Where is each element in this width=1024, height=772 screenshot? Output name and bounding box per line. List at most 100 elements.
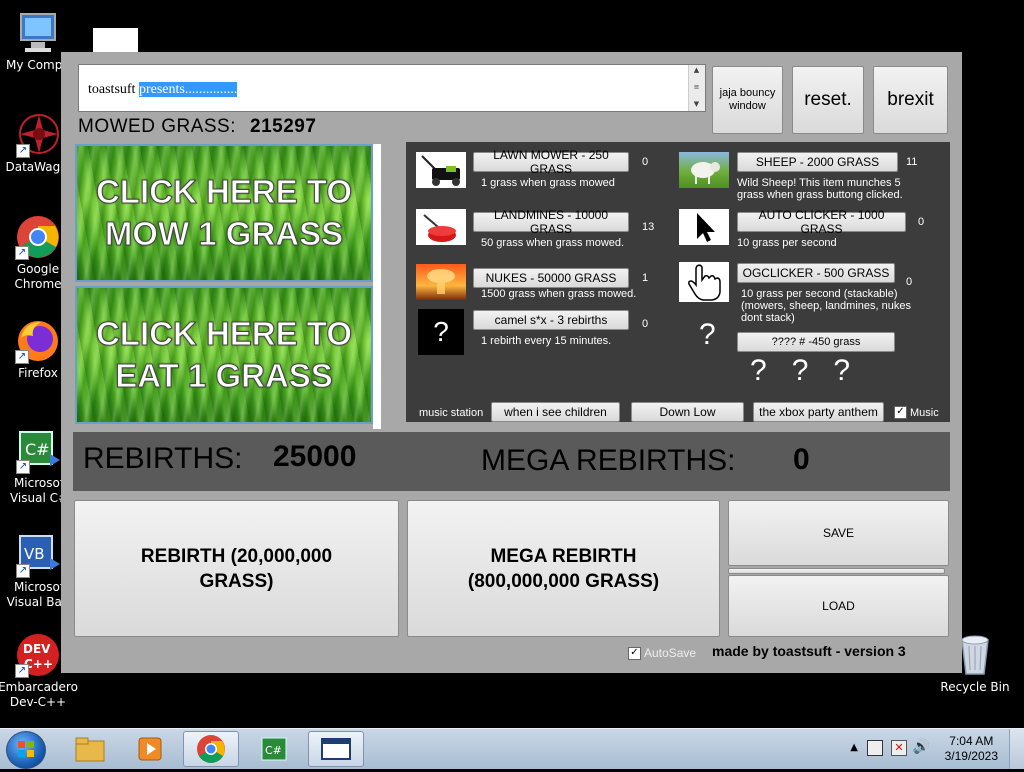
tray-volume-icon[interactable]: 🔊 xyxy=(913,739,930,755)
mystery-question-marks: ? ? ? xyxy=(750,354,851,387)
taskbar-game-window[interactable] xyxy=(308,731,364,767)
auto-clicker-count: 0 xyxy=(918,216,925,228)
visual-csharp-icon: C# ↗ xyxy=(16,428,62,474)
scroll-grip-icon[interactable]: ≡ xyxy=(691,83,702,92)
cursor-icon xyxy=(679,209,729,245)
show-desktop-button[interactable] xyxy=(1009,729,1024,769)
landmines-description: 50 grass when grass mowed. xyxy=(481,237,625,249)
eat-grass-label: CLICK HERE TO EAT 1 GRASS xyxy=(95,315,353,395)
hand-cursor-icon xyxy=(679,262,729,302)
buy-landmines-button[interactable]: LANDMINES - 10000 GRASS xyxy=(473,208,629,236)
autosave-checkbox[interactable]: ✓ xyxy=(628,646,641,660)
landmines-count: 13 xyxy=(642,221,655,233)
svg-text:DEV: DEV xyxy=(23,642,51,656)
intro-textbox[interactable]: toastsuft presents............... ▲ ≡ ▼ xyxy=(78,64,706,112)
rebirths-value: 25000 xyxy=(273,440,357,473)
lawn-mower-icon xyxy=(416,152,466,188)
autosave-toggle[interactable]: ✓ AutoSave xyxy=(628,646,696,660)
scroll-up-icon[interactable]: ▲ xyxy=(691,66,702,75)
desktop-icon-label: Embarcadero Dev-C++ xyxy=(0,680,78,709)
devcpp-icon: DEV C++ ↗ xyxy=(15,632,61,678)
nukes-description: 1500 grass when grass mowed. xyxy=(481,288,637,300)
music-station-label: music station xyxy=(419,407,484,419)
buy-lawn-mower-button[interactable]: LAWN MOWER - 250 GRASS xyxy=(473,148,629,176)
start-button[interactable] xyxy=(6,731,46,769)
music-track-3-button[interactable]: the xbox party anthem xyxy=(753,402,884,422)
buy-auto-clicker-button[interactable]: AUTO CLICKER - 1000 GRASS xyxy=(737,208,906,236)
music-checkbox-label: Music xyxy=(910,406,939,419)
mowed-grass-counter: MOWED GRASS: 215297 xyxy=(78,116,316,138)
game-window: toastsuft presents............... ▲ ≡ ▼ … xyxy=(61,52,962,673)
textbox-scrollbar[interactable]: ▲ ≡ ▼ xyxy=(688,65,705,111)
svg-text:VB: VB xyxy=(24,545,45,563)
landmine-icon xyxy=(416,209,466,245)
grass-panel-scrollbar[interactable] xyxy=(373,144,381,429)
save-button[interactable]: SAVE xyxy=(728,500,949,566)
ogclicker-description: 10 grass per second (stackable) (mowers,… xyxy=(741,288,911,324)
clock[interactable]: 7:04 AM 3/19/2023 xyxy=(945,734,998,764)
lawn-mower-description: 1 grass when grass mowed xyxy=(481,177,615,189)
auto-clicker-description: 10 grass per second xyxy=(737,237,837,249)
intro-text: toastsuft presents............... xyxy=(88,82,238,97)
computer-icon xyxy=(15,10,61,56)
desktop-icon-label: Recycle Bin xyxy=(940,680,1010,694)
taskbar-explorer[interactable] xyxy=(62,731,118,767)
eat-grass-button[interactable]: CLICK HERE TO EAT 1 GRASS xyxy=(75,286,373,424)
tray-action-center-icon[interactable]: ✕ xyxy=(891,740,907,756)
buy-mystery-button[interactable]: ???? # -450 grass xyxy=(737,332,895,352)
mow-grass-button[interactable]: CLICK HERE TO MOW 1 GRASS xyxy=(75,144,373,282)
mystery-question-mark: ? xyxy=(699,318,716,351)
music-track-1-button[interactable]: when i see children xyxy=(491,402,620,422)
clock-date: 3/19/2023 xyxy=(944,749,998,763)
scroll-down-icon[interactable]: ▼ xyxy=(691,100,702,109)
mow-grass-label: CLICK HERE TO MOW 1 GRASS xyxy=(95,173,353,253)
music-toggle[interactable]: ✓ Music xyxy=(894,406,939,419)
media-player-icon xyxy=(138,737,162,761)
svg-text:C#: C# xyxy=(265,744,282,757)
sheep-icon xyxy=(679,152,729,188)
buy-sheep-button[interactable]: SHEEP - 2000 GRASS xyxy=(737,152,898,172)
blank-white-patch xyxy=(93,28,138,52)
lawn-mower-count: 0 xyxy=(642,156,649,168)
load-button[interactable]: LOAD xyxy=(728,575,949,637)
window-icon xyxy=(321,738,351,760)
chrome-icon: ↗ xyxy=(15,214,61,260)
jaja-bouncy-window-button[interactable]: jaja bouncy window xyxy=(712,66,783,134)
mowed-grass-value: 215297 xyxy=(250,116,317,137)
ogclicker-count: 0 xyxy=(906,276,913,288)
buy-nukes-button[interactable]: NUKES - 50000 GRASS xyxy=(473,268,629,288)
sheep-count: 11 xyxy=(906,156,918,168)
folder-icon xyxy=(75,737,105,762)
visual-basic-icon: VB ↗ xyxy=(16,532,62,578)
tray-network-icon[interactable] xyxy=(867,740,883,756)
svg-text:C#: C# xyxy=(25,440,50,459)
taskbar: C# ▲ ✕ 🔊 7:04 AM 3/19/2023 xyxy=(0,728,1024,769)
firefox-icon: ↗ xyxy=(15,318,61,364)
visual-csharp-icon: C# xyxy=(261,737,287,761)
rebirths-label: REBIRTHS: xyxy=(83,442,243,475)
camel-description: 1 rebirth every 15 minutes. xyxy=(481,335,612,347)
taskbar-chrome[interactable] xyxy=(183,731,239,767)
taskbar-visual-csharp[interactable]: C# xyxy=(246,731,302,767)
selected-text: presents............... xyxy=(138,82,238,97)
mowed-grass-label: MOWED GRASS: xyxy=(78,116,237,137)
music-track-2-button[interactable]: Down Low xyxy=(631,402,744,422)
taskbar-media-player[interactable] xyxy=(122,731,178,767)
camel-count: 0 xyxy=(642,318,649,330)
chrome-icon xyxy=(197,735,225,763)
question-icon: ? xyxy=(418,309,464,355)
buy-camel-button[interactable]: camel s*x - 3 rebirths xyxy=(473,310,629,330)
credits-text: made by toastsuft - version 3 xyxy=(712,643,906,659)
mega-rebirth-button[interactable]: MEGA REBIRTH (800,000,000 GRASS) xyxy=(407,500,720,637)
music-checkbox[interactable]: ✓ xyxy=(894,406,907,419)
brexit-button[interactable]: brexit xyxy=(873,66,948,134)
clock-time: 7:04 AM xyxy=(949,734,994,748)
autosave-label: AutoSave xyxy=(644,646,697,660)
tray-show-hidden-icon[interactable]: ▲ xyxy=(850,742,858,753)
rebirth-button[interactable]: REBIRTH (20,000,000 GRASS) xyxy=(74,500,399,637)
mega-rebirths-label: MEGA REBIRTHS: xyxy=(481,444,736,477)
buy-ogclicker-button[interactable]: OGCLICKER - 500 GRASS xyxy=(737,263,895,283)
rebirth-counter-bar: REBIRTHS: 25000 MEGA REBIRTHS: 0 xyxy=(73,432,950,491)
divider-button xyxy=(728,568,945,574)
reset-button[interactable]: reset. xyxy=(792,66,864,134)
